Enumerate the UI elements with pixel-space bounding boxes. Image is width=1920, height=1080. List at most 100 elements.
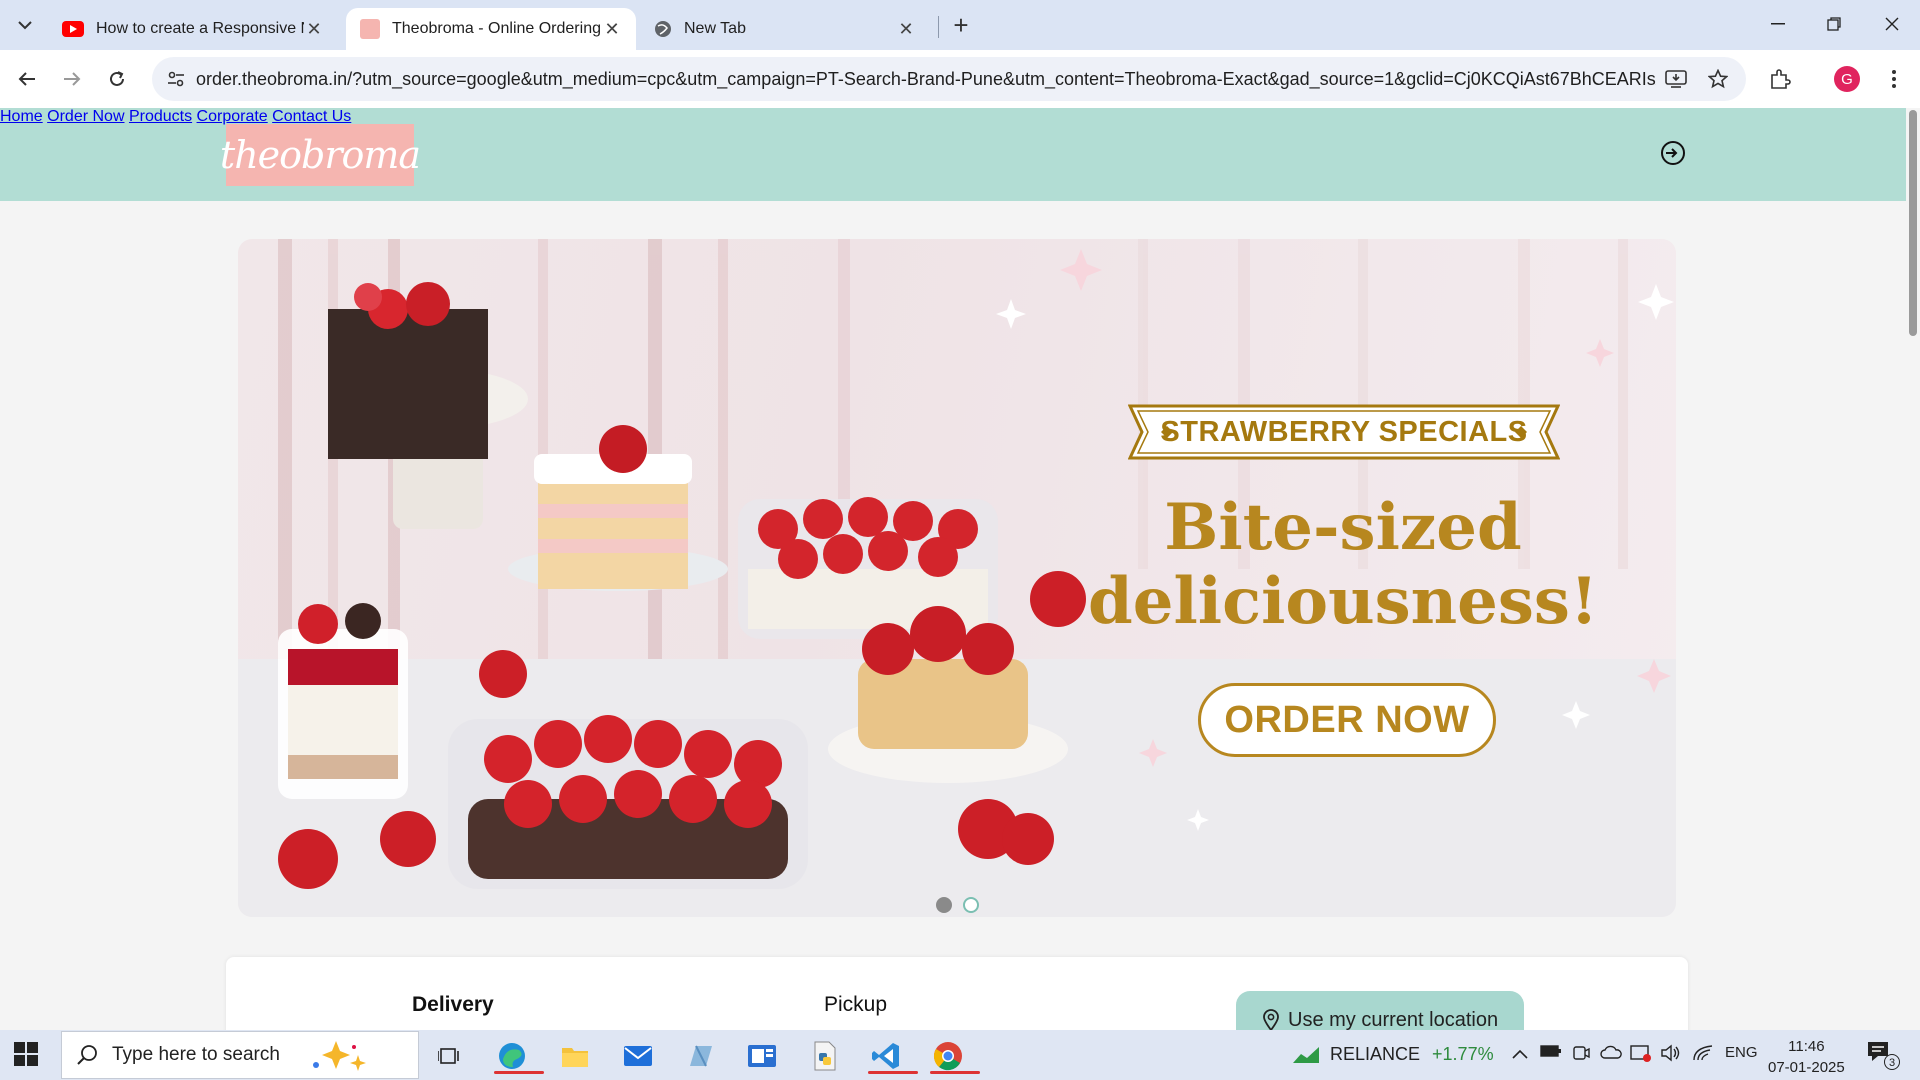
security-alert-icon[interactable] (1630, 1044, 1652, 1067)
restore-button[interactable] (1808, 6, 1860, 42)
forward-arrow-icon (64, 72, 81, 86)
search-placeholder: Type here to search (112, 1044, 280, 1065)
tab-title: New Tab (684, 20, 746, 37)
address-bar[interactable]: order.theobroma.in/?utm_source=google&ut… (152, 57, 1746, 101)
location-button-label: Use my current location (1288, 1009, 1499, 1030)
headline-line-2: deliciousness! (1088, 564, 1599, 639)
vscode-icon[interactable] (866, 1038, 918, 1074)
chevron-up-icon (1512, 1049, 1528, 1059)
globe-icon (655, 21, 671, 37)
back-button[interactable] (8, 60, 46, 98)
close-icon[interactable]: ✕ (304, 19, 324, 39)
page-viewport: theobroma Home Order Now Products Corpor… (0, 108, 1920, 1030)
stock-widget[interactable]: RELIANCE +1.77% (1292, 1044, 1494, 1065)
task-view-icon[interactable] (430, 1038, 470, 1074)
stock-change: +1.77% (1432, 1044, 1494, 1064)
notification-center-button[interactable]: 3 (1866, 1040, 1900, 1070)
tab-pickup[interactable]: Pickup (824, 993, 887, 1017)
site-header: theobroma Home Order Now Products Corpor… (0, 108, 1906, 201)
use-current-location-button[interactable]: Use my current location (1236, 991, 1524, 1030)
forward-button[interactable] (53, 60, 91, 98)
carousel-dot-1[interactable] (936, 897, 952, 913)
tab-youtube[interactable]: How to create a Responsive Na ✕ (48, 8, 338, 50)
chevron-down-icon (18, 21, 32, 30)
bookmark-star-icon[interactable] (1704, 65, 1732, 93)
banner-headline: Bite-sized deliciousness! (1088, 491, 1598, 639)
hero-banner[interactable]: STRAWBERRY SPECIALS Bite-sized delicious… (238, 239, 1676, 917)
browser-toolbar: order.theobroma.in/?utm_source=google&ut… (0, 50, 1920, 108)
minimize-icon (1771, 23, 1785, 25)
extensions-button[interactable] (1762, 61, 1798, 97)
tab-theobroma[interactable]: Theobroma - Online Ordering ✕ (346, 8, 636, 50)
location-pin-icon (1263, 1009, 1279, 1030)
logo-text: theobroma (219, 133, 421, 177)
kebab-menu-icon (1892, 70, 1896, 88)
tab-title: Theobroma - Online Ordering (392, 20, 601, 37)
nav-contact-us[interactable]: Contact Us (272, 108, 351, 125)
clock-date: 07-01-2025 (1768, 1059, 1845, 1076)
search-icon (77, 1045, 97, 1065)
language-indicator[interactable]: ENG (1725, 1044, 1758, 1061)
minimize-button[interactable] (1752, 6, 1804, 42)
notification-count-badge: 3 (1884, 1054, 1900, 1070)
avatar: G (1834, 66, 1860, 92)
strawberry-specials-ribbon: STRAWBERRY SPECIALS (1128, 404, 1560, 460)
active-app-indicator (868, 1071, 918, 1074)
show-hidden-icons-button[interactable] (1512, 1046, 1528, 1064)
chrome-icon[interactable] (928, 1038, 980, 1074)
tab-search-button[interactable] (10, 10, 40, 40)
battery-icon[interactable] (1540, 1044, 1562, 1063)
wifi-icon[interactable] (1692, 1044, 1714, 1067)
browser-tab-strip: How to create a Responsive Na ✕ Theobrom… (0, 0, 1920, 50)
stock-chart-icon (1293, 1046, 1319, 1063)
install-app-icon[interactable] (1662, 65, 1690, 93)
theobroma-favicon (360, 19, 380, 39)
volume-icon[interactable] (1660, 1044, 1682, 1067)
nav-products[interactable]: Products (129, 108, 192, 125)
puzzle-icon (1771, 69, 1791, 89)
taskbar-clock[interactable]: 11:46 07-01-2025 (1768, 1036, 1845, 1078)
nav-order-now[interactable]: Order Now (47, 108, 124, 125)
tab-separator (938, 16, 939, 38)
site-info-icon[interactable] (162, 65, 190, 93)
close-icon[interactable]: ✕ (602, 19, 622, 39)
carousel-dot-2[interactable] (963, 897, 979, 913)
tab-delivery[interactable]: Delivery (412, 993, 494, 1017)
reload-button[interactable] (98, 60, 136, 98)
windows-start-button[interactable] (14, 1042, 42, 1070)
close-window-button[interactable] (1866, 6, 1918, 42)
url-text[interactable]: order.theobroma.in/?utm_source=google&ut… (196, 69, 1656, 90)
app-launcher-icon[interactable] (680, 1038, 720, 1074)
news-app-icon[interactable] (742, 1038, 782, 1074)
tab-new-tab[interactable]: New Tab ✕ (640, 8, 930, 50)
nav-corporate[interactable]: Corporate (197, 108, 268, 125)
restore-icon (1827, 17, 1841, 31)
browser-menu-button[interactable] (1876, 61, 1912, 97)
login-icon[interactable] (1658, 138, 1688, 168)
order-now-button[interactable]: ORDER NOW (1198, 683, 1496, 757)
windows-taskbar: Type here to search RELIANCE +1.77% ENG … (0, 1030, 1920, 1080)
scrollbar-thumb[interactable] (1909, 110, 1917, 336)
page-scrollbar[interactable] (1906, 108, 1920, 1030)
close-icon[interactable]: ✕ (896, 19, 916, 39)
nav-home[interactable]: Home (0, 108, 43, 125)
file-explorer-icon[interactable] (555, 1038, 595, 1074)
youtube-icon (62, 21, 84, 37)
headline-line-1: Bite-sized (1164, 490, 1522, 565)
meet-now-icon[interactable] (1572, 1044, 1590, 1067)
python-file-icon[interactable] (805, 1038, 845, 1074)
order-type-card: Delivery Pickup Use my current location (226, 957, 1688, 1030)
new-tab-button[interactable]: + (946, 10, 976, 40)
profile-button[interactable]: G (1829, 61, 1865, 97)
mail-icon[interactable] (618, 1038, 658, 1074)
active-app-indicator (494, 1071, 544, 1074)
active-app-indicator (930, 1071, 980, 1074)
theobroma-logo[interactable]: theobroma (220, 124, 421, 186)
clock-time: 11:46 (1788, 1038, 1825, 1055)
tab-title: How to create a Responsive Na (96, 20, 304, 37)
onedrive-icon[interactable] (1600, 1044, 1622, 1065)
taskbar-search-box[interactable]: Type here to search (61, 1031, 419, 1079)
close-icon (1885, 17, 1899, 31)
search-highlight-icon (312, 1041, 366, 1071)
edge-browser-icon[interactable] (492, 1038, 544, 1074)
